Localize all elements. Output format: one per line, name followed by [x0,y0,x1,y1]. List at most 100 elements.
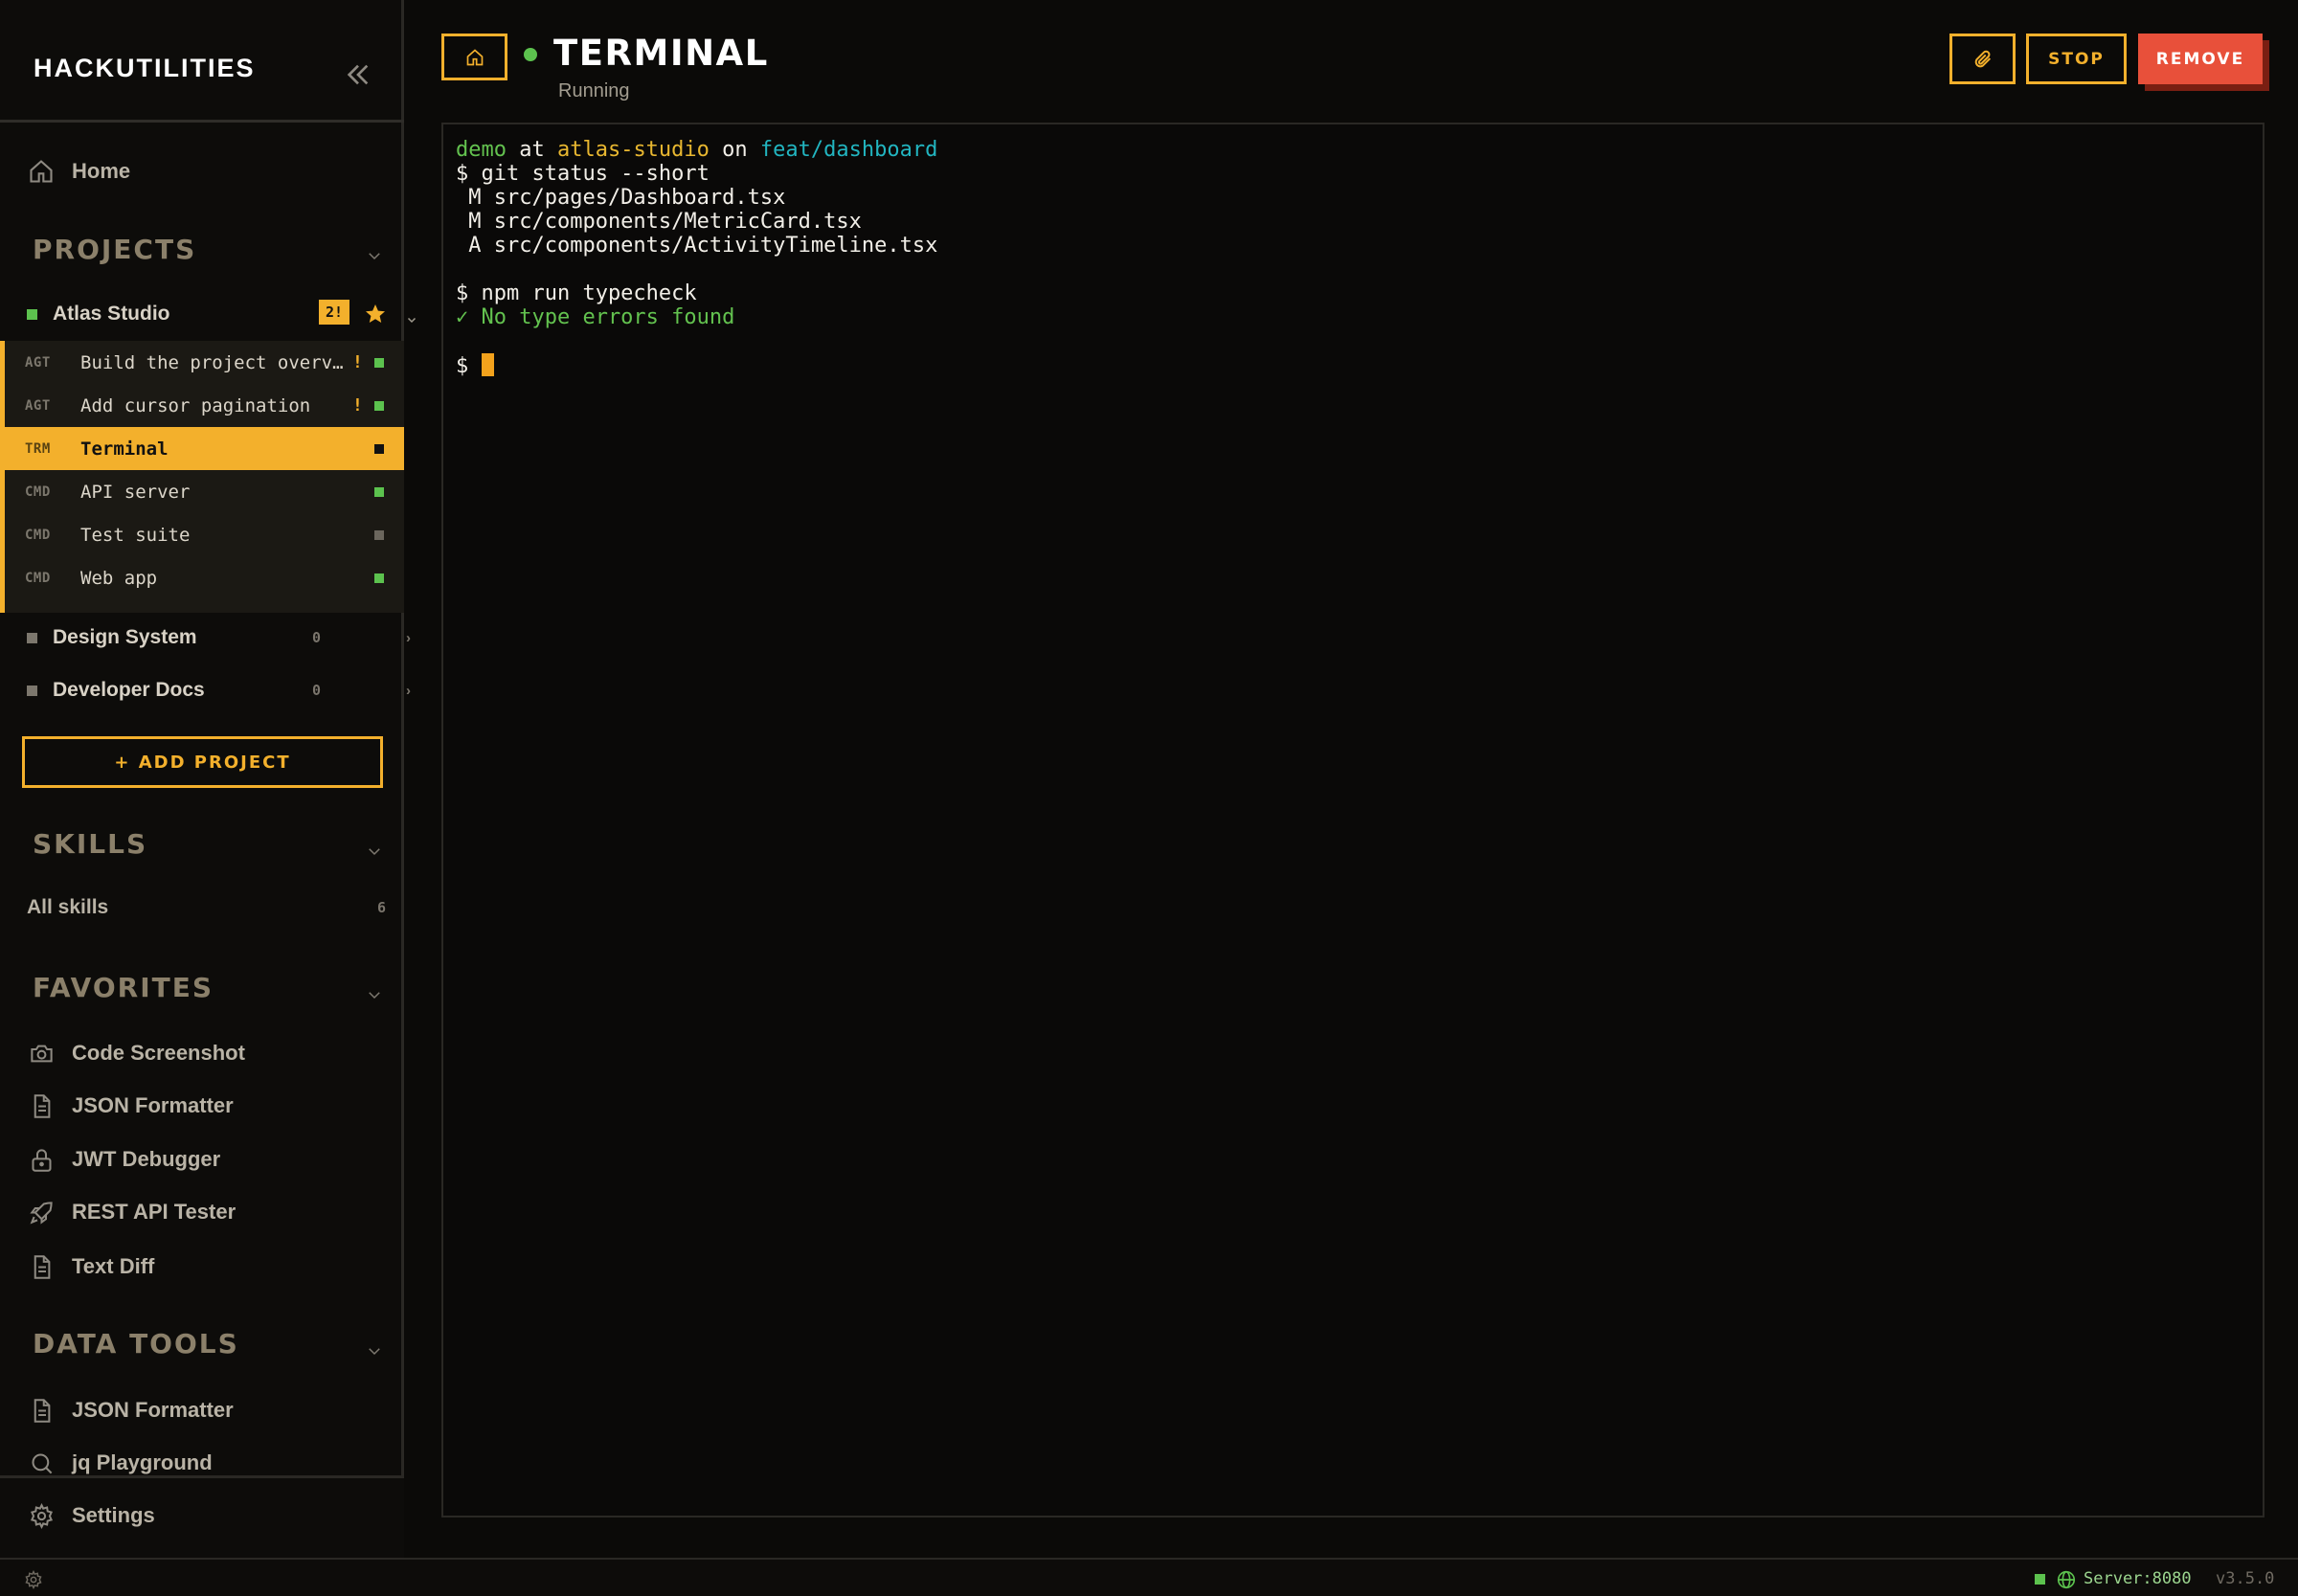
project-design-system[interactable]: Design System 0 › [27,623,411,652]
session-label: Add cursor pagination [80,394,311,416]
collapse-sidebar-icon[interactable] [343,59,373,90]
chevron-down-icon[interactable] [366,247,383,264]
gear-icon[interactable] [24,1569,43,1590]
session-type: CMD [25,483,51,500]
session-status-dot [374,486,384,497]
prompt-branch: feat/dashboard [759,138,938,162]
session-item[interactable]: CMD API server [5,470,404,513]
rocket-icon [27,1198,56,1226]
page-title: TERMINAL [553,33,769,74]
remove-button[interactable]: REMOVE [2138,34,2263,84]
session-type: TRM [25,440,51,457]
session-status-dot [374,400,384,411]
data-tools-heading[interactable]: DATA TOOLS [33,1328,239,1360]
sidebar-item-settings[interactable]: Settings [27,1501,155,1530]
project-status-dot [27,308,37,320]
terminal-command: $ git status --short [456,162,710,186]
session-label: Web app [80,567,158,589]
brand-header: HACKUTILITIES [0,0,404,123]
alert-badge: 2! [319,300,349,325]
data-tool-json-formatter[interactable]: JSON Formatter [27,1396,234,1425]
add-project-button[interactable]: + ADD PROJECT [22,736,383,788]
terminal-cursor [481,353,494,376]
home-icon [27,157,56,186]
data-tool-jq-playground[interactable]: jq Playground [27,1449,213,1477]
project-name: Developer Docs [53,679,205,701]
paperclip-icon [1974,50,1991,67]
search-icon [27,1449,56,1477]
session-item[interactable]: AGT Add cursor pagination ! [5,384,404,427]
project-name: Design System [53,626,197,648]
chevron-down-icon[interactable] [366,843,383,860]
status-bar: Server:8080 v3.5.0 [0,1558,2298,1596]
sidebar-item-all-skills[interactable]: All skills 6 [27,896,386,919]
favorite-json-formatter[interactable]: JSON Formatter [27,1091,234,1120]
terminal-output-line: M src/pages/Dashboard.tsx [456,186,786,210]
session-type: AGT [25,354,51,371]
running-status-dot [524,48,537,61]
chevron-down-icon[interactable] [406,308,417,324]
session-item-active[interactable]: TRM Terminal [5,427,404,470]
data-tool-label: jq Playground [72,1450,213,1474]
star-icon[interactable] [364,303,387,326]
chevron-right-icon[interactable]: › [406,683,411,699]
skills-heading[interactable]: SKILLS [33,828,147,860]
project-atlas-studio[interactable]: Atlas Studio 2! [27,300,417,328]
settings-label: Settings [72,1503,155,1527]
prompt-on: on [709,138,760,162]
prompt-user: demo [456,138,507,162]
terminal-prompt-line: demo at atlas-studio on feat/dashboard [456,138,2250,162]
status-text: Running [558,80,630,101]
skills-count: 6 [376,899,386,916]
version-label: v3.5.0 [2216,1569,2275,1588]
session-item[interactable]: CMD Test suite [5,513,404,556]
attach-button[interactable] [1949,34,2016,84]
session-type: CMD [25,570,51,586]
session-item[interactable]: AGT Build the project overview dashboard… [5,341,404,384]
home-label: Home [72,159,131,183]
home-icon [466,48,483,65]
session-label: Test suite [80,524,191,546]
data-tool-label: JSON Formatter [72,1398,234,1422]
file-icon [27,1252,56,1281]
favorite-label: Text Diff [72,1254,155,1278]
terminal-command: $ npm run typecheck [456,281,697,305]
terminal-output-line: M src/components/MetricCard.tsx [456,210,862,234]
session-alert: ! [352,395,363,416]
session-type: AGT [25,397,51,414]
favorite-jwt-debugger[interactable]: JWT Debugger [27,1145,220,1174]
session-item[interactable]: CMD Web app [5,556,404,599]
project-status-dot [27,632,37,643]
sidebar-item-home[interactable]: Home [27,157,130,186]
terminal-input-line[interactable]: $ [456,353,2250,378]
session-label: Terminal [80,438,169,460]
home-button[interactable] [441,34,507,80]
favorites-heading[interactable]: FAVORITES [33,972,214,1003]
project-developer-docs[interactable]: Developer Docs 0 › [27,676,411,705]
project-count: 0 [312,629,322,646]
session-type: CMD [25,527,51,543]
lock-icon [27,1145,56,1174]
favorite-text-diff[interactable]: Text Diff [27,1252,154,1281]
project-name: Atlas Studio [53,303,170,325]
server-label[interactable]: Server:8080 [2084,1569,2192,1588]
sidebar-footer: Settings [0,1475,404,1558]
project-status-dot [27,685,37,696]
terminal-output[interactable]: demo at atlas-studio on feat/dashboard $… [441,123,2264,1517]
chevron-down-icon[interactable] [366,986,383,1003]
terminal-success-line: ✓ No type errors found [456,305,735,329]
chevron-down-icon[interactable] [366,1342,383,1360]
file-icon [27,1091,56,1120]
favorite-code-screenshot[interactable]: Code Screenshot [27,1039,245,1068]
projects-heading[interactable]: PROJECTS [33,234,196,265]
favorite-label: Code Screenshot [72,1041,245,1065]
session-status-dot [374,573,384,583]
chevron-right-icon[interactable]: › [406,630,411,646]
stop-button[interactable]: STOP [2026,34,2127,84]
session-alert: ! [352,352,363,372]
favorite-label: REST API Tester [72,1200,237,1224]
favorite-rest-api-tester[interactable]: REST API Tester [27,1198,236,1226]
globe-icon [2056,1569,2077,1590]
session-label: Build the project overview dashboard [80,351,344,373]
gear-icon [27,1501,56,1530]
